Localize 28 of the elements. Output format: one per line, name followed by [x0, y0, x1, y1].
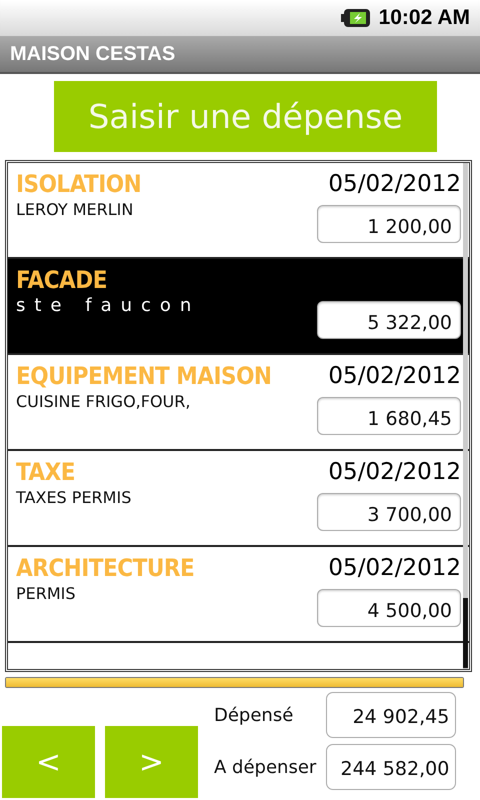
scrollbar-thumb[interactable]: [463, 598, 468, 668]
expense-row[interactable]: FACADE ste faucon 5 322,00: [8, 259, 469, 355]
category-label: ARCHITECTURE: [16, 553, 196, 583]
category-label: FACADE: [16, 265, 108, 295]
date-label: 05/02/2012: [328, 458, 461, 487]
date-label: 05/02/2012: [328, 170, 461, 199]
amount-field[interactable]: 1 680,45: [317, 397, 461, 435]
date-label: 05/02/2012: [328, 362, 461, 391]
total-label: A dépenser: [214, 756, 316, 778]
amount-field[interactable]: 1 200,00: [317, 205, 461, 243]
description-label: TAXES PERMIS: [16, 487, 132, 509]
status-time: 10:02 AM: [378, 6, 470, 30]
amount-field[interactable]: 4 500,00: [317, 589, 461, 627]
total-label: Dépensé: [214, 704, 294, 726]
description-label: CUISINE FRIGO,FOUR,: [16, 391, 192, 413]
battery-icon: [340, 8, 371, 28]
amount-field[interactable]: 5 322,00: [317, 301, 461, 339]
description-label: ste faucon: [16, 295, 202, 317]
category-label: ISOLATION: [16, 169, 142, 199]
category-label: TAXE: [16, 457, 76, 487]
description-label: LEROY MERLIN: [16, 199, 134, 221]
date-label: 05/02/2012: [328, 554, 461, 583]
category-label: EQUIPEMENT MAISON: [16, 361, 272, 391]
description-label: PERMIS: [16, 583, 77, 605]
total-field: 244 582,00: [326, 744, 456, 790]
amount-field[interactable]: 3 700,00: [317, 493, 461, 531]
total-field: 24 902,45: [326, 692, 456, 738]
window-title: MAISON CESTAS: [10, 42, 176, 66]
